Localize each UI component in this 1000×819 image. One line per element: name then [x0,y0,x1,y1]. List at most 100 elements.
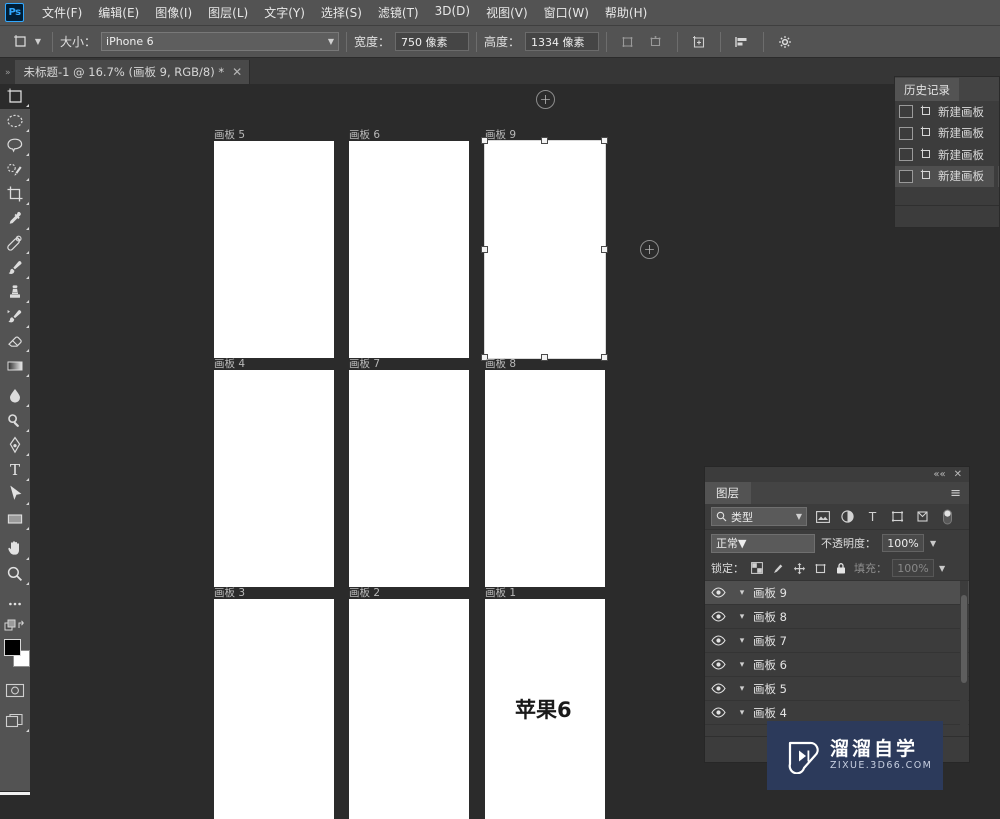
rectangle-tool[interactable] [0,507,30,532]
artboard-label[interactable]: 画板 7 [349,356,380,371]
screen-mode-icon[interactable] [0,709,30,734]
artboard-tool[interactable] [0,84,30,109]
fill-caret-icon[interactable]: ▼ [939,564,945,573]
tab-history[interactable]: 历史记录 [895,78,959,101]
panel-menu-icon[interactable]: ≡ [950,487,969,504]
history-entry[interactable]: 新建画板 [895,165,999,187]
filter-shape-icon[interactable] [888,507,907,526]
artboard-subtract-icon[interactable] [616,31,640,53]
transform-handle[interactable] [541,354,548,361]
tab-layers[interactable]: 图层 [705,482,751,504]
filter-toggle-switch[interactable] [938,507,957,526]
add-artboard-top-button[interactable]: + [536,90,555,109]
layer-row[interactable]: ▾ 画板 9 [705,581,969,605]
layer-visibility-icon[interactable] [705,635,731,646]
artboard-label[interactable]: 画板 8 [485,356,516,371]
layers-scrollbar-thumb[interactable] [961,595,967,683]
add-artboard-icon[interactable] [687,31,711,53]
menu-image[interactable]: 图像(I) [147,1,200,24]
gradient-tool[interactable] [0,354,30,379]
filter-adjustment-icon[interactable] [838,507,857,526]
transform-handle[interactable] [601,354,608,361]
zoom-tool[interactable] [0,562,30,587]
foreground-color-swatch[interactable] [4,638,21,656]
color-swatches[interactable] [0,637,30,673]
swap-colors-icon[interactable] [0,617,30,635]
history-snapshot-box[interactable] [899,105,913,119]
menu-view[interactable]: 视图(V) [478,1,536,24]
history-brush-tool[interactable] [0,305,30,330]
gear-icon[interactable] [773,31,797,53]
menu-layer[interactable]: 图层(L) [200,1,256,24]
blend-mode-select[interactable]: 正常 ▼ [711,533,815,553]
layer-row[interactable]: ▾ 画板 7 [705,629,969,653]
align-icon[interactable] [730,31,754,53]
fill-value[interactable]: 100% [892,559,934,577]
menu-help[interactable]: 帮助(H) [597,1,655,24]
eraser-tool[interactable] [0,329,30,354]
add-artboard-right-button[interactable]: + [640,240,659,259]
artboard-text-layer[interactable]: 苹果6 [515,694,572,724]
layer-row[interactable]: ▾ 画板 5 [705,677,969,701]
history-snapshot-box[interactable] [899,126,913,140]
artboard-intersect-icon[interactable] [644,31,668,53]
artboard[interactable] [349,599,469,819]
elliptical-marquee-tool[interactable] [0,109,30,134]
layer-expand-icon[interactable]: ▾ [733,588,751,598]
close-panel-icon[interactable]: ✕ [954,469,962,480]
artboard-label[interactable]: 画板 1 [485,585,516,600]
transform-handle[interactable] [601,137,608,144]
edit-toolbar-tool[interactable] [0,592,30,617]
layer-visibility-icon[interactable] [705,659,731,670]
document-tab[interactable]: 未标题-1 @ 16.7% (画板 9, RGB/8) * ✕ [14,60,251,84]
menu-type[interactable]: 文字(Y) [256,1,313,24]
menu-select[interactable]: 选择(S) [313,1,370,24]
clone-stamp-tool[interactable] [0,280,30,305]
transform-handle[interactable] [601,245,608,253]
layer-expand-icon[interactable]: ▾ [733,660,751,670]
filter-type-icon[interactable]: T [863,507,882,526]
pen-tool[interactable] [0,433,30,458]
size-select[interactable]: iPhone 6 ▼ [101,32,340,51]
artboard-label[interactable]: 画板 5 [214,127,245,142]
lock-position-icon[interactable] [791,560,807,576]
menu-3d[interactable]: 3D(D) [427,1,478,24]
artboard[interactable] [214,370,334,587]
filter-pixel-icon[interactable] [813,507,832,526]
layer-row[interactable]: ▾ 画板 6 [705,653,969,677]
history-snapshot-box[interactable] [899,169,913,183]
history-entry[interactable]: 新建画板 [895,123,999,145]
opacity-caret-icon[interactable]: ▼ [930,539,936,548]
blur-tool[interactable] [0,384,30,409]
artboard-label[interactable]: 画板 3 [214,585,245,600]
artboard-label[interactable]: 画板 6 [349,127,380,142]
history-scrollbar[interactable] [994,101,998,204]
crop-tool[interactable] [0,182,30,207]
lock-transparency-icon[interactable] [749,560,765,576]
layer-expand-icon[interactable]: ▾ [733,684,751,694]
collapse-icon[interactable]: «« [933,469,945,480]
artboard[interactable] [485,370,605,587]
artboard-label[interactable]: 画板 4 [214,356,245,371]
width-input[interactable]: 750 像素 [395,32,470,51]
artboard[interactable] [349,141,469,358]
lasso-tool[interactable] [0,133,30,158]
history-entry[interactable]: 新建画板 [895,101,999,123]
artboard[interactable] [349,370,469,587]
layer-visibility-icon[interactable] [705,683,731,694]
lock-all-icon[interactable] [833,560,849,576]
dodge-tool[interactable] [0,409,30,434]
menu-window[interactable]: 窗口(W) [536,1,597,24]
close-icon[interactable]: ✕ [232,66,242,78]
layer-row[interactable]: ▾ 画板 8 [705,605,969,629]
layer-list[interactable]: ▾ 画板 9 ▾ 画板 8 ▾ 画板 7 ▾ 画板 6 ▾ 画板 5 ▾ 画板 4 [705,581,969,725]
layer-expand-icon[interactable]: ▾ [733,612,751,622]
lock-artboard-icon[interactable] [812,560,828,576]
filter-smart-object-icon[interactable] [913,507,932,526]
layer-expand-icon[interactable]: ▾ [733,636,751,646]
height-input[interactable]: 1334 像素 [525,32,600,51]
layer-expand-icon[interactable]: ▾ [733,708,751,718]
hand-tool[interactable] [0,537,30,562]
quick-selection-tool[interactable] [0,158,30,183]
history-entry[interactable]: 新建画板 [895,144,999,166]
